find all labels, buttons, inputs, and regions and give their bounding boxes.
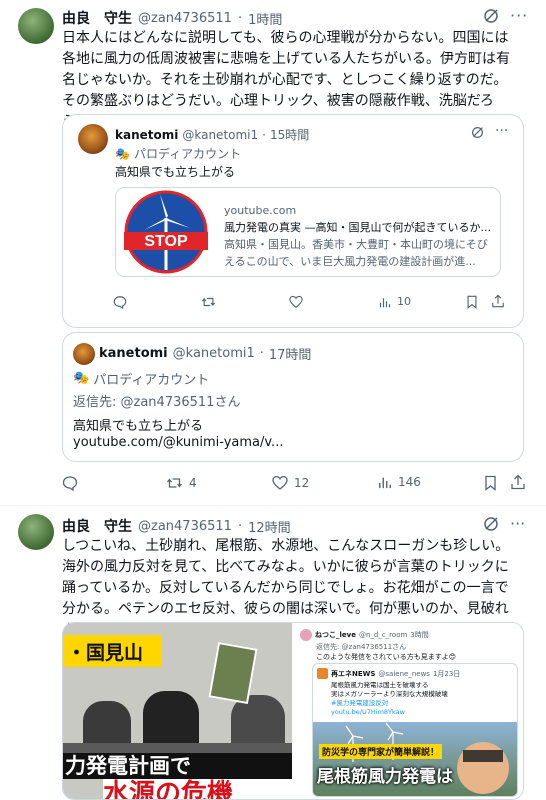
inner-line: 尾根筋風力発電は国土を破壊する — [330, 681, 429, 689]
reply-link[interactable]: youtube.com/@kunimi-yama/v... — [73, 435, 283, 450]
more-options-icon[interactable]: ··· — [510, 6, 528, 25]
stop-wind-icon: STOP — [124, 190, 208, 274]
media-image-right[interactable]: ねつこ_leve @n_d_c_room 3時間 返信先: @zan473651… — [293, 623, 523, 799]
tweet-time[interactable]: 1時間 — [248, 9, 282, 28]
embed-reply-to: 返信先: @zan4736511さん — [315, 643, 407, 651]
like-button[interactable]: 12 — [272, 475, 309, 491]
bookmark-icon[interactable] — [466, 295, 478, 309]
media-grid[interactable]: ・国見山 力発電計画で 水源の危機 ねつこ_leve @n_d_c_room 3… — [62, 622, 524, 800]
bookmark-icon[interactable] — [484, 475, 497, 491]
share-icon[interactable] — [491, 294, 505, 308]
inner-line: youtu.be/U7Him8Ykaw — [330, 708, 405, 716]
inner-line: #風力発電建設反対 — [330, 699, 389, 707]
avatar[interactable] — [73, 343, 95, 365]
more-options-icon[interactable]: ··· — [510, 514, 525, 533]
author-name[interactable]: 由良 守生 — [62, 516, 132, 536]
more-options-icon[interactable]: ··· — [495, 123, 508, 139]
tweet-2[interactable]: 由良 守生 @zan4736511 · 12時間 ··· しつこいね、土砂崩れ、… — [0, 506, 546, 800]
link-domain: youtube.com — [224, 204, 297, 217]
like-count: 12 — [294, 476, 310, 490]
link-title: 風力発電の真実 —高知・国見山で何が起きているか... — [224, 221, 491, 234]
reply-time[interactable]: 17時間 — [269, 344, 312, 363]
embed-handle: @n_d_c_room — [358, 631, 408, 639]
like-icon — [272, 475, 288, 490]
parody-badge: 🎭 パロディアカウント — [73, 371, 210, 388]
banner-plan: 力発電計画で — [63, 753, 292, 779]
quote-time[interactable]: 15時間 — [270, 126, 309, 143]
inner-time: 1月23日 — [432, 669, 461, 678]
views-count: 10 — [397, 295, 411, 308]
views-button[interactable]: 146 — [378, 475, 421, 489]
reply-handle[interactable]: @kanetomi1 — [173, 346, 255, 361]
embed-text: このような発信をされている方も見ますよ😊 — [315, 653, 457, 661]
quote-handle[interactable]: @kanetomi1 — [182, 128, 258, 142]
inner-user: 再エネNEWS — [330, 669, 376, 678]
reply-to-label[interactable]: 返信先: @zan4736511さん — [73, 391, 240, 410]
stop-label: STOP — [144, 233, 188, 250]
like-icon[interactable] — [289, 295, 303, 309]
retweet-icon[interactable] — [201, 295, 216, 309]
quote-author-name[interactable]: kanetomi — [115, 128, 178, 142]
tweet-header: 由良 守生 @zan4736511 · 12時間 — [62, 516, 291, 536]
tweet-header: 由良 守生 @zan4736511 · 1時間 — [62, 8, 282, 28]
parody-icon: 🎭 — [73, 371, 90, 386]
share-icon[interactable] — [510, 474, 526, 490]
link-thumbnail: STOP — [116, 188, 216, 276]
reply-icon[interactable] — [62, 475, 78, 491]
quote-text: 高知県でも立ち上がる — [115, 165, 236, 179]
reply-icon[interactable] — [113, 295, 127, 309]
views-button[interactable]: 10 — [379, 295, 411, 308]
parody-badge: 🎭 パロディアカウント — [115, 146, 242, 162]
banner-location: ・国見山 — [63, 635, 161, 667]
link-preview-card[interactable]: STOP youtube.com 風力発電の真実 —高知・国見山で何が起きている… — [115, 187, 501, 277]
avatar — [316, 668, 328, 679]
tweet-1[interactable]: 由良 守生 @zan4736511 · 1時間 ··· 日本人にはどんなに説明し… — [0, 0, 546, 505]
reply-context-card[interactable]: kanetomi @kanetomi1 · 17時間 🎭 パロディアカウント 返… — [62, 332, 524, 462]
banner-crisis: 水源の危機 — [103, 779, 292, 799]
inner-line: 実はメガソーラーより深刻な大規模破壊 — [330, 690, 448, 698]
embed-user: ねつこ_leve — [314, 631, 356, 639]
author-handle[interactable]: @zan4736511 — [138, 11, 232, 26]
thumb-banner-small: 防災学の専門家が簡単解説！ — [318, 744, 442, 759]
tweet-time[interactable]: 12時間 — [248, 517, 291, 536]
inner-handle: @saiene_news — [378, 669, 430, 678]
author-name[interactable]: 由良 守生 — [62, 8, 132, 28]
grok-icon[interactable] — [483, 516, 499, 532]
quoted-tweet[interactable]: kanetomi @kanetomi1 · 15時間 ··· 🎭 パロディアカウ… — [62, 114, 524, 328]
embed-time: 3時間 — [410, 631, 429, 639]
grok-icon[interactable] — [483, 8, 499, 24]
author-handle[interactable]: @zan4736511 — [138, 519, 232, 534]
retweet-count: 4 — [189, 476, 197, 490]
link-description: 高知県・国見山。香美市・大豊町・本山町の境にそびえるこの山で、いま巨大風力発電の… — [224, 238, 488, 268]
thumb-banner-big: 尾根筋風力発電は — [316, 767, 453, 787]
views-icon — [379, 477, 391, 489]
reply-text: 高知県でも立ち上がる — [73, 419, 204, 434]
inner-video-thumb: 防災学の専門家が簡単解説！ 尾根筋風力発電は — [312, 722, 517, 796]
retweet-icon — [166, 478, 183, 488]
reply-author-name[interactable]: kanetomi — [99, 346, 168, 361]
views-count: 146 — [398, 475, 421, 489]
avatar[interactable] — [18, 8, 54, 44]
retweet-button[interactable]: 4 — [166, 475, 197, 491]
grok-icon[interactable] — [471, 126, 484, 139]
parody-icon: 🎭 — [115, 146, 130, 161]
avatar[interactable] — [78, 124, 108, 154]
avatar[interactable] — [18, 514, 54, 550]
views-icon — [379, 297, 391, 307]
avatar — [299, 629, 312, 641]
media-image-left[interactable]: ・国見山 力発電計画で 水源の危機 — [63, 623, 292, 799]
